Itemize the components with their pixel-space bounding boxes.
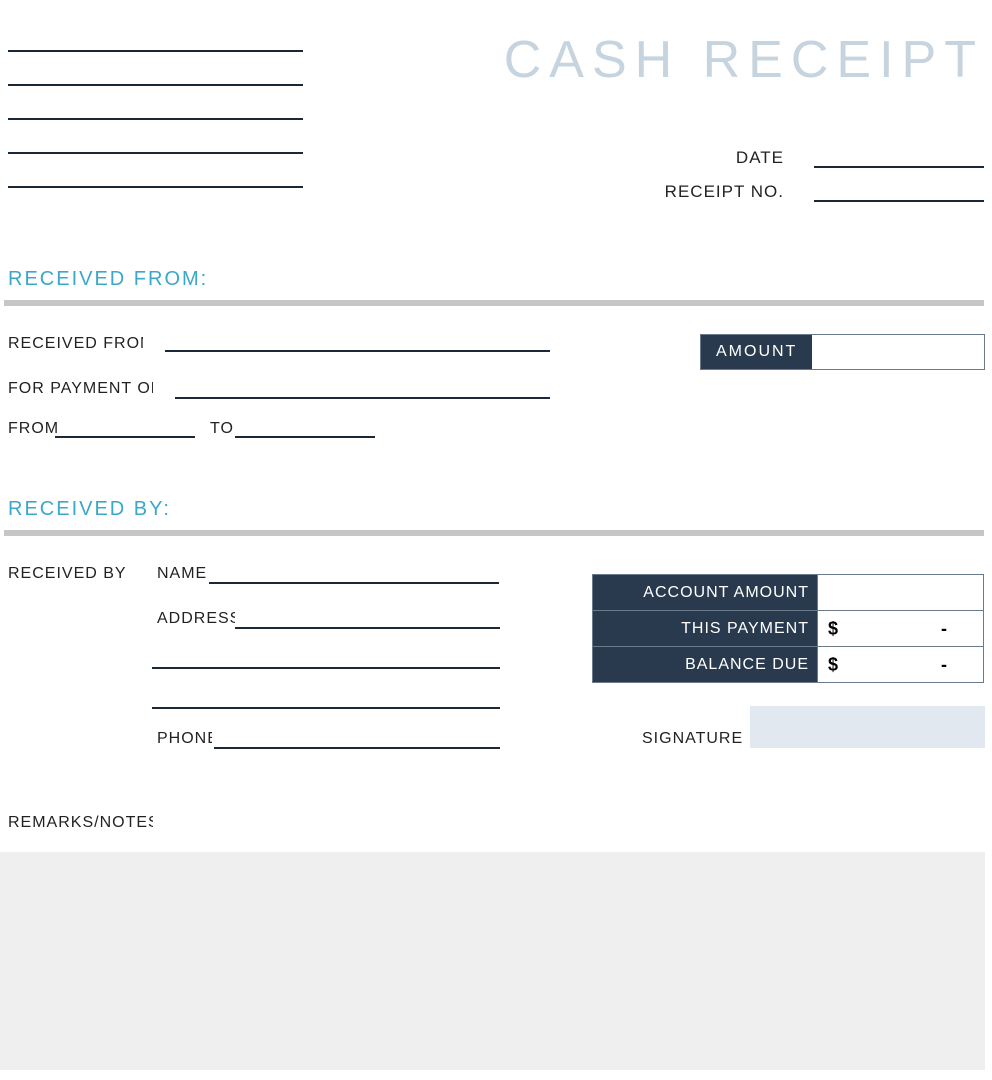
amount-label: AMOUNT <box>701 335 812 369</box>
date-label: DATE <box>736 148 784 168</box>
this-payment-value[interactable]: $ - <box>818 611 984 647</box>
summary-table: ACCOUNT AMOUNT THIS PAYMENT $ - BALANCE … <box>592 574 984 683</box>
balance-due-value[interactable]: $ - <box>818 647 984 683</box>
signature-box[interactable] <box>750 706 985 748</box>
receipt-no-input-line[interactable] <box>814 200 984 202</box>
receipt-no-label: RECEIPT NO. <box>665 182 784 202</box>
balance-due-label: BALANCE DUE <box>593 647 818 683</box>
period-to-label: TO <box>210 420 234 438</box>
company-line-3[interactable] <box>8 118 303 120</box>
divider-1 <box>4 300 984 306</box>
phone-input-line[interactable] <box>214 747 500 749</box>
this-payment-dash: - <box>941 618 948 639</box>
account-amount-label: ACCOUNT AMOUNT <box>593 575 818 611</box>
document-title: CASH RECEIPT <box>504 30 984 90</box>
amount-value[interactable] <box>812 335 984 369</box>
amount-box: AMOUNT <box>700 334 985 370</box>
balance-due-dash: - <box>941 654 948 675</box>
company-line-1[interactable] <box>8 50 303 52</box>
company-line-4[interactable] <box>8 152 303 154</box>
received-from-input-line[interactable] <box>165 350 550 352</box>
receipt-no-row: RECEIPT NO. <box>665 182 984 202</box>
received-by-section-title: RECEIVED BY: <box>8 498 171 521</box>
address-input-line-3[interactable] <box>152 707 500 709</box>
divider-2 <box>4 530 984 536</box>
phone-label: PHONE <box>157 730 212 748</box>
signature-label: SIGNATURE <box>642 730 743 748</box>
this-payment-label: THIS PAYMENT <box>593 611 818 647</box>
for-payment-input-line[interactable] <box>175 397 550 399</box>
received-from-section-title: RECEIVED FROM: <box>8 268 208 291</box>
currency-symbol: $ <box>828 618 839 639</box>
period-from-input-line[interactable] <box>55 436 195 438</box>
name-input-line[interactable] <box>209 582 499 584</box>
date-input-line[interactable] <box>814 166 984 168</box>
address-input-line-2[interactable] <box>152 667 500 669</box>
company-line-5[interactable] <box>8 186 303 188</box>
company-line-2[interactable] <box>8 84 303 86</box>
date-row: DATE <box>736 148 984 168</box>
received-from-label: RECEIVED FROM <box>8 335 143 353</box>
address-label: ADDRESS <box>157 610 235 628</box>
company-info-lines <box>8 50 303 220</box>
account-amount-value[interactable] <box>818 575 984 611</box>
name-label: NAME <box>157 565 209 583</box>
received-by-label: RECEIVED BY <box>8 565 128 583</box>
remarks-box[interactable] <box>0 852 985 1070</box>
currency-symbol: $ <box>828 654 839 675</box>
address-input-line-1[interactable] <box>235 627 500 629</box>
period-from-label: FROM <box>8 420 59 438</box>
remarks-label: REMARKS/NOTES <box>8 814 153 832</box>
for-payment-label: FOR PAYMENT OF <box>8 380 153 398</box>
period-to-input-line[interactable] <box>235 436 375 438</box>
